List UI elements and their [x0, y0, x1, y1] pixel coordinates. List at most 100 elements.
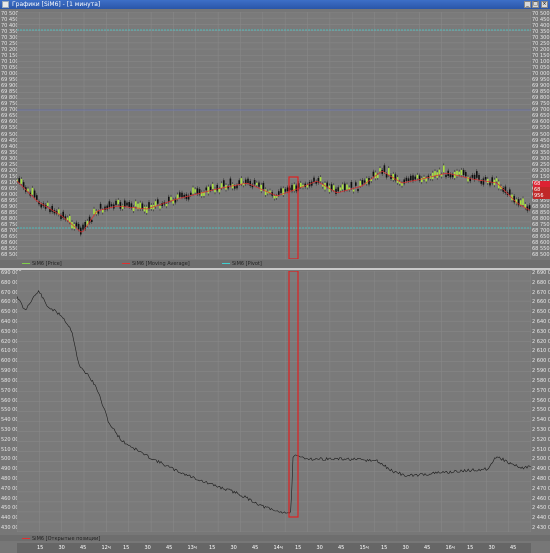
candle	[128, 202, 130, 208]
close-button[interactable]: ×	[541, 1, 548, 8]
open-interest-legend: SiM6 [Открытые позиции]	[0, 535, 550, 542]
time-tick-label: 14ч	[273, 545, 283, 551]
candle	[157, 199, 159, 204]
axis-tick-label: 69 300	[532, 155, 550, 162]
axis-tick-label: 2 590 000	[532, 368, 550, 375]
axis-tick-label: 69 000	[1, 191, 19, 198]
candle	[363, 180, 366, 183]
candle	[449, 174, 452, 178]
app-icon	[2, 1, 9, 8]
axis-tick-label: 69 350	[1, 149, 19, 156]
candle	[36, 195, 38, 200]
axis-tick-label: 69 350	[532, 149, 550, 156]
candle	[75, 222, 78, 227]
candle	[377, 174, 379, 178]
candle	[333, 185, 335, 191]
time-tick-label: 45	[424, 545, 431, 551]
legend-swatch	[22, 263, 30, 264]
axis-tick-label: 69 500	[1, 131, 19, 138]
open-interest-panel[interactable]	[16, 270, 532, 533]
axis-tick-label: 2 490 000	[532, 466, 550, 473]
axis-tick-label: 2 480 000	[532, 475, 550, 482]
candle	[146, 206, 148, 213]
candle	[124, 200, 126, 207]
candle	[150, 204, 152, 209]
axis-tick-label: 2 670 000	[532, 289, 550, 296]
candle	[410, 175, 412, 181]
axis-tick-label: 69 250	[1, 161, 19, 168]
candle	[401, 183, 403, 186]
axis-tick-label: 2 460 000	[532, 495, 550, 502]
candle	[392, 173, 394, 180]
legend-entry[interactable]: SiM6 [Moving Average]	[122, 261, 190, 267]
candle	[220, 183, 223, 189]
moving-average-line	[16, 170, 530, 233]
minimize-button[interactable]: _	[524, 1, 531, 8]
candle	[238, 180, 240, 185]
axis-tick-label: 2 680 000	[532, 279, 550, 286]
candle	[284, 189, 287, 192]
candle	[388, 168, 390, 175]
axis-tick-label: 2 500 000	[532, 456, 550, 463]
candle	[478, 174, 480, 181]
panel-splitter[interactable]	[0, 268, 550, 270]
candle	[359, 180, 361, 186]
candle	[236, 185, 238, 189]
time-tick-label: 16ч	[445, 545, 455, 551]
candle	[135, 201, 137, 207]
candle	[97, 211, 100, 214]
time-tick-label: 15	[209, 545, 216, 551]
time-tick-label: 15	[37, 545, 44, 551]
axis-tick-label: 69 500	[532, 131, 550, 138]
candle	[216, 184, 218, 191]
axis-tick-label: 2 440 000	[532, 515, 550, 522]
candle	[350, 182, 353, 188]
candle	[240, 178, 243, 185]
candle	[458, 171, 460, 175]
axis-tick-label: 2 620 000	[532, 338, 550, 345]
candle	[445, 174, 447, 178]
candle	[80, 227, 82, 235]
candle	[229, 178, 232, 186]
candle	[66, 217, 69, 221]
legend-entry[interactable]: SiM6 [Price]	[22, 261, 62, 267]
legend-entry[interactable]: SiM6 [Pivot]	[222, 261, 262, 267]
legend-label: SiM6 [Pivot]	[232, 261, 262, 267]
axis-tick-label: 69 150	[532, 173, 550, 180]
maximize-button[interactable]: □	[532, 1, 539, 8]
axis-tick-label: 2 520 000	[532, 436, 550, 443]
candle	[234, 186, 236, 189]
axis-tick-label: 69 550	[1, 125, 19, 132]
candle	[326, 182, 328, 187]
legend-entry[interactable]: SiM6 [Открытые позиции]	[22, 536, 100, 542]
time-tick-label: 30	[230, 545, 237, 551]
legend-label: SiM6 [Открытые позиции]	[32, 536, 101, 542]
candle	[460, 169, 463, 176]
price-legend: SiM6 [Price] SiM6 [Moving Average] SiM6 [P…	[0, 260, 550, 268]
candle	[205, 187, 207, 191]
candle	[278, 191, 280, 195]
candle	[117, 199, 119, 205]
candle	[194, 189, 196, 193]
candle	[258, 182, 260, 187]
candle	[528, 205, 531, 210]
candle	[99, 203, 102, 209]
time-tick-label: 30	[144, 545, 151, 551]
price-chart-panel[interactable]	[16, 11, 532, 260]
highlight-box	[288, 270, 299, 518]
candle	[51, 205, 53, 212]
volume-axis-left: 690 000 680 000 670 000 660 000 650 000 640 0…	[1, 271, 22, 532]
title-bar: Графики [SiM6] - [1 минута] _ □ ×	[0, 0, 550, 9]
axis-tick-label: 69 550	[532, 125, 550, 132]
time-tick-label: 15	[295, 545, 302, 551]
candle	[91, 219, 93, 223]
axis-tick-label: 2 660 000	[532, 299, 550, 306]
candle	[471, 174, 474, 178]
candle	[509, 189, 511, 195]
candle	[47, 202, 49, 206]
legend-swatch	[122, 263, 130, 264]
candle	[482, 178, 485, 185]
candle	[223, 180, 225, 187]
candle	[520, 200, 522, 205]
candle	[383, 165, 386, 172]
